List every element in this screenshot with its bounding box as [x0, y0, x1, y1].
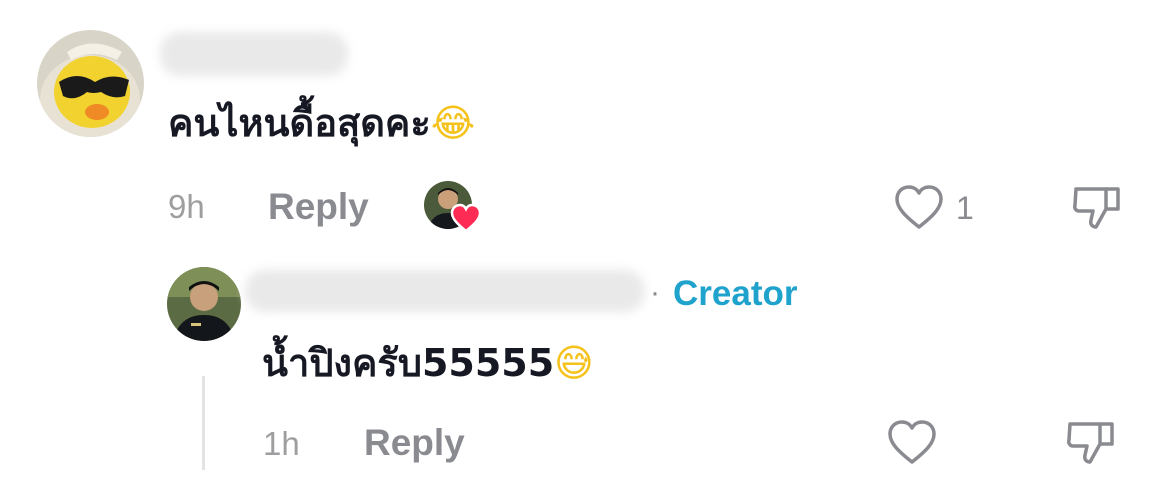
creator-username[interactable]	[245, 270, 645, 312]
thumbs-down-icon	[1067, 422, 1114, 464]
heart-filled-icon	[450, 203, 482, 233]
reply-thread-line	[202, 376, 205, 470]
heart-outline-icon	[888, 420, 936, 464]
creator-liked-indicator	[424, 181, 484, 233]
commenter-avatar[interactable]	[37, 30, 144, 137]
creator-badge-separator: ·	[650, 276, 660, 309]
reply-text-content: น้ำปิงครับ55555	[262, 341, 555, 385]
reply-like-button[interactable]	[886, 418, 938, 466]
reply-reply-button[interactable]: Reply	[364, 424, 465, 461]
heart-outline-icon	[895, 185, 943, 229]
dislike-button[interactable]	[1070, 183, 1124, 233]
like-button[interactable]	[893, 183, 945, 231]
reply-timestamp: 1h	[263, 425, 300, 462]
sweat-smile-emoji-icon: 😅	[554, 341, 594, 385]
comment-timestamp: 9h	[168, 188, 205, 225]
comment-text: คนไหนดื้อสุดคะ😂	[168, 104, 475, 142]
reply-text: น้ำปิงครับ55555😅	[262, 344, 594, 382]
creator-avatar[interactable]	[167, 267, 241, 341]
thumbs-down-icon	[1073, 187, 1120, 229]
laughing-emoji-icon: 😂	[430, 101, 476, 145]
like-count: 1	[956, 190, 974, 226]
reply-dislike-button[interactable]	[1064, 418, 1118, 468]
comment-text-content: คนไหนดื้อสุดคะ	[168, 101, 431, 145]
creator-badge: Creator	[673, 274, 798, 313]
reply-button[interactable]: Reply	[268, 188, 369, 225]
commenter-username[interactable]	[160, 32, 348, 76]
